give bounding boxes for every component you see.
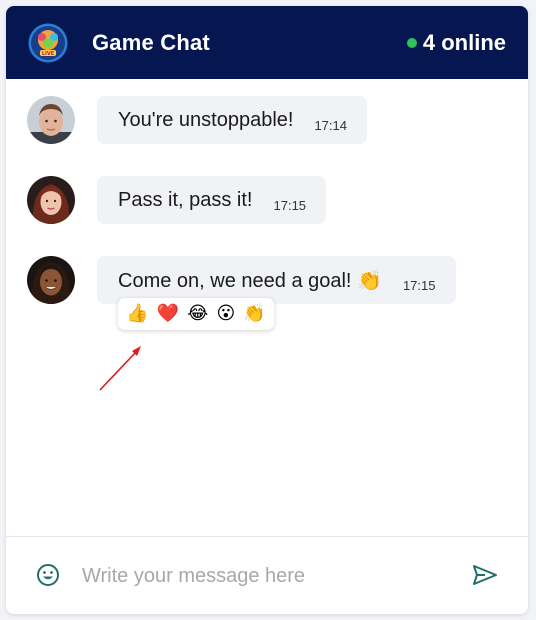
- message-item: Pass it, pass it! 17:15: [6, 176, 528, 224]
- message-time: 17:15: [273, 197, 307, 213]
- avatar: [27, 176, 75, 224]
- message-text: Pass it, pass it!: [118, 188, 253, 211]
- message-bubble: Pass it, pass it! 17:15: [97, 176, 327, 224]
- message-input[interactable]: [80, 557, 454, 595]
- message-text: You're unstoppable!: [118, 108, 294, 131]
- emoji-icon[interactable]: [36, 563, 60, 587]
- chat-header: LIVE Game Chat 4 online: [6, 6, 528, 79]
- chat-window: LIVE Game Chat 4 online You're unstoppab…: [6, 6, 528, 614]
- chat-title: Game Chat: [92, 30, 210, 55]
- message-time: 17:14: [314, 117, 347, 133]
- avatar: [27, 256, 75, 304]
- message-item: You're unstoppable! 17:14: [6, 96, 528, 144]
- composer: [6, 536, 528, 614]
- message-text: Come on, we need a goal! 👏: [118, 269, 382, 292]
- message-bubble: You're unstoppable! 17:14: [97, 96, 367, 144]
- reaction-surprised[interactable]: 😮: [216, 303, 235, 325]
- message-item: Come on, we need a goal! 👏 17:15: [6, 256, 528, 304]
- online-indicator-icon: [406, 38, 417, 48]
- avatar: [27, 96, 75, 144]
- message-time: 17:15: [402, 277, 436, 293]
- live-game-logo-icon: LIVE: [28, 23, 68, 63]
- svg-text:LIVE: LIVE: [42, 51, 55, 57]
- reaction-clap[interactable]: 👏: [243, 303, 265, 325]
- reaction-heart[interactable]: ❤️: [157, 303, 179, 325]
- message-bubble: Come on, we need a goal! 👏 17:15: [97, 256, 456, 304]
- reaction-picker: 👍 ❤️ 😂 😮 👏: [118, 298, 274, 330]
- reaction-thumbs-up[interactable]: 👍: [126, 303, 148, 325]
- online-count: 4 online: [422, 30, 506, 55]
- annotation-arrow-icon: [99, 346, 141, 391]
- send-icon[interactable]: [472, 563, 498, 587]
- online-status: 4 online: [406, 30, 506, 56]
- reaction-laugh[interactable]: 😂: [187, 303, 208, 325]
